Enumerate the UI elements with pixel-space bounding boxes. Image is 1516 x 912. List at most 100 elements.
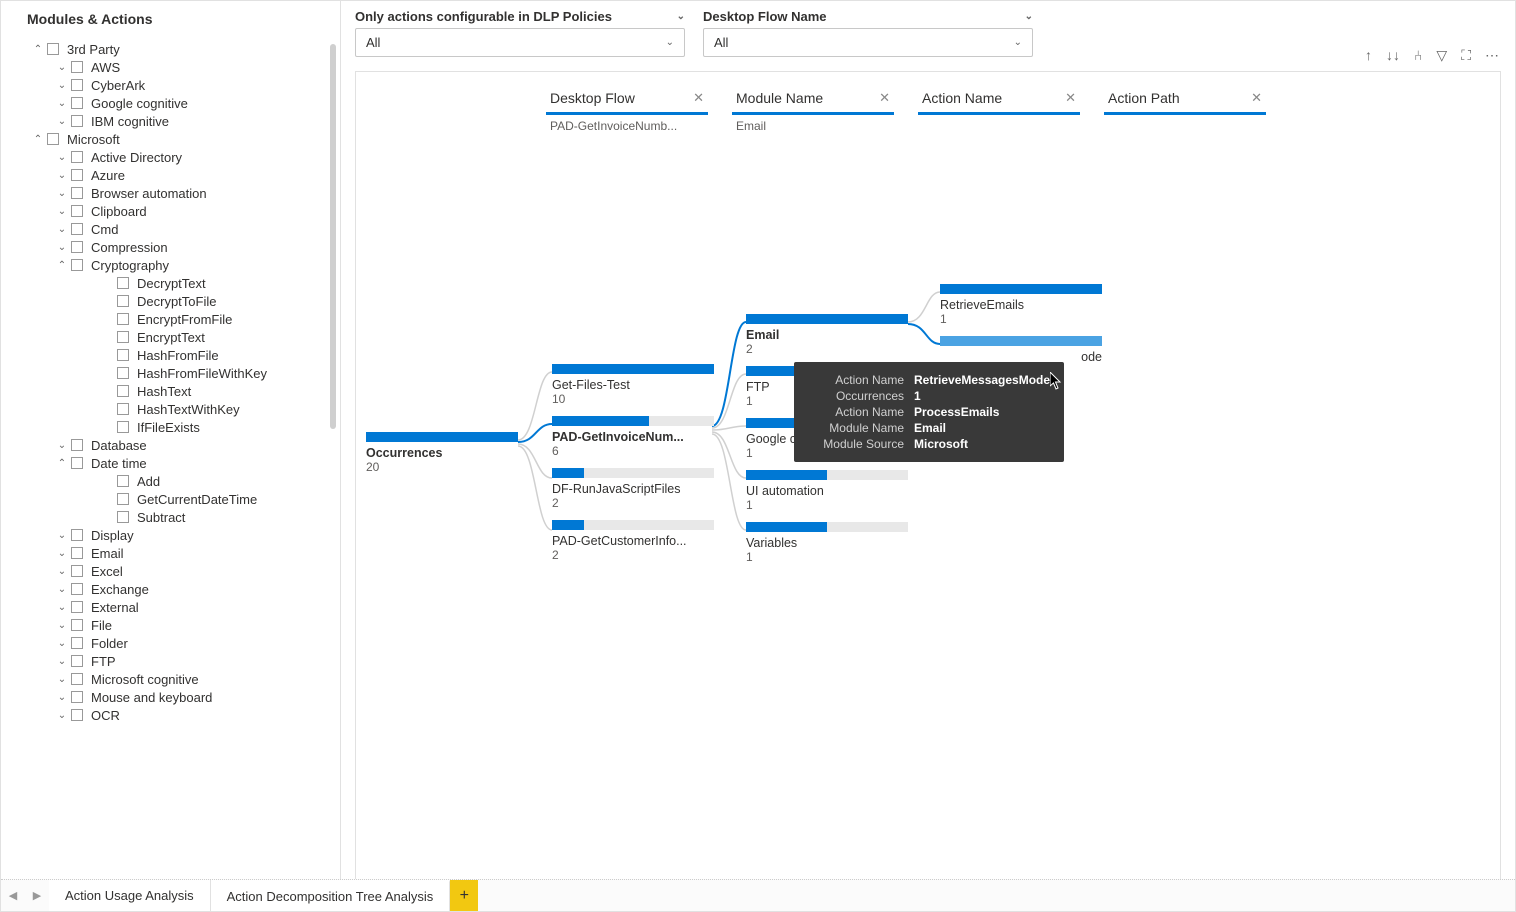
tree-item[interactable]: ⌄Exchange (9, 580, 332, 598)
tree-node[interactable]: PAD-GetCustomerInfo...2 (552, 520, 714, 562)
drill-up-icon[interactable]: ↑ (1365, 47, 1372, 64)
chevron-up-icon[interactable]: ⌃ (53, 458, 71, 469)
tree-node[interactable]: UI automation1 (746, 470, 908, 512)
chevron-down-icon[interactable]: ⌄ (53, 548, 71, 559)
tree-item[interactable]: ⌄File (9, 616, 332, 634)
checkbox[interactable] (117, 349, 129, 361)
checkbox[interactable] (117, 313, 129, 325)
tree-item[interactable]: DecryptToFile (9, 292, 332, 310)
tab-prev[interactable]: ◀ (1, 880, 25, 911)
checkbox[interactable] (71, 691, 83, 703)
tree-node[interactable]: Variables1 (746, 522, 908, 564)
checkbox[interactable] (117, 277, 129, 289)
chevron-down-icon[interactable]: ⌄ (53, 62, 71, 73)
chevron-down-icon[interactable]: ⌄ (53, 584, 71, 595)
chevron-down-icon[interactable]: ⌄ (53, 602, 71, 613)
checkbox[interactable] (117, 367, 129, 379)
tree-item[interactable]: ⌄Cmd (9, 220, 332, 238)
tree-item[interactable]: ⌄Active Directory (9, 148, 332, 166)
tree-item[interactable]: ⌄Excel (9, 562, 332, 580)
tree-item[interactable]: HashTextWithKey (9, 400, 332, 418)
chevron-down-icon[interactable]: ⌄ (53, 98, 71, 109)
tree-item[interactable]: Add (9, 472, 332, 490)
tree-item[interactable]: ⌃Cryptography (9, 256, 332, 274)
checkbox[interactable] (117, 493, 129, 505)
checkbox[interactable] (71, 673, 83, 685)
chevron-down-icon[interactable]: ⌄ (53, 530, 71, 541)
chevron-down-icon[interactable]: ⌄ (53, 242, 71, 253)
chevron-down-icon[interactable]: ⌄ (53, 638, 71, 649)
tree-node[interactable]: Get-Files-Test10 (552, 364, 714, 406)
drill-down-icon[interactable]: ↓↓ (1386, 47, 1400, 64)
tree-item[interactable]: ⌄Database (9, 436, 332, 454)
chevron-down-icon[interactable]: ⌄ (677, 11, 685, 22)
tree-item[interactable]: IfFileExists (9, 418, 332, 436)
tree-item[interactable]: ⌄IBM cognitive (9, 112, 332, 130)
tree-item[interactable]: ⌄Email (9, 544, 332, 562)
tree-node[interactable]: Email2 (746, 314, 908, 356)
tree-item[interactable]: Subtract (9, 508, 332, 526)
tab-action-usage[interactable]: Action Usage Analysis (49, 880, 211, 911)
chevron-down-icon[interactable]: ⌄ (53, 116, 71, 127)
checkbox[interactable] (71, 439, 83, 451)
checkbox[interactable] (117, 421, 129, 433)
chevron-down-icon[interactable]: ⌄ (53, 188, 71, 199)
tree-item[interactable]: ⌄FTP (9, 652, 332, 670)
chevron-down-icon[interactable]: ⌄ (53, 692, 71, 703)
focus-icon[interactable]: ⛶ (1461, 47, 1471, 64)
tree-item[interactable]: ⌄External (9, 598, 332, 616)
tree-item[interactable]: ⌄Compression (9, 238, 332, 256)
chevron-down-icon[interactable]: ⌄ (1025, 11, 1033, 22)
tree-item[interactable]: ⌄AWS (9, 58, 332, 76)
checkbox[interactable] (47, 133, 59, 145)
chevron-up-icon[interactable]: ⌃ (29, 44, 47, 55)
checkbox[interactable] (71, 655, 83, 667)
tree-item[interactable]: ⌄Mouse and keyboard (9, 688, 332, 706)
checkbox[interactable] (71, 547, 83, 559)
tree-item[interactable]: HashText (9, 382, 332, 400)
checkbox[interactable] (117, 511, 129, 523)
chevron-down-icon[interactable]: ⌄ (53, 656, 71, 667)
tree-node[interactable]: DF-RunJavaScriptFiles2 (552, 468, 714, 510)
tree-item[interactable]: ⌃3rd Party (9, 40, 332, 58)
chevron-down-icon[interactable]: ⌄ (53, 566, 71, 577)
filter-icon[interactable]: ▽ (1436, 47, 1447, 64)
tree-item[interactable]: EncryptText (9, 328, 332, 346)
tree-item[interactable]: ⌄OCR (9, 706, 332, 724)
expand-icon[interactable]: ⑃ (1414, 47, 1422, 64)
checkbox[interactable] (71, 637, 83, 649)
checkbox[interactable] (71, 187, 83, 199)
checkbox[interactable] (71, 79, 83, 91)
tree-node[interactable]: PAD-GetInvoiceNum...6 (552, 416, 714, 458)
checkbox[interactable] (71, 241, 83, 253)
checkbox[interactable] (71, 457, 83, 469)
checkbox[interactable] (117, 331, 129, 343)
checkbox[interactable] (71, 97, 83, 109)
more-icon[interactable]: ⋯ (1485, 47, 1499, 64)
tree-item[interactable]: HashFromFile (9, 346, 332, 364)
tree-item[interactable]: ⌄Azure (9, 166, 332, 184)
checkbox[interactable] (71, 565, 83, 577)
tree-item[interactable]: ⌄Google cognitive (9, 94, 332, 112)
tree-item[interactable]: ⌄Clipboard (9, 202, 332, 220)
tree-item[interactable]: ⌄Display (9, 526, 332, 544)
tree-item[interactable]: ⌃Date time (9, 454, 332, 472)
checkbox[interactable] (71, 169, 83, 181)
chevron-down-icon[interactable]: ⌄ (53, 80, 71, 91)
chevron-up-icon[interactable]: ⌃ (53, 260, 71, 271)
chevron-up-icon[interactable]: ⌃ (29, 134, 47, 145)
chevron-down-icon[interactable]: ⌄ (53, 152, 71, 163)
checkbox[interactable] (71, 115, 83, 127)
checkbox[interactable] (71, 61, 83, 73)
decomposition-canvas[interactable]: Desktop Flow ✕ PAD-GetInvoiceNumb... Mod… (355, 71, 1501, 881)
checkbox[interactable] (71, 151, 83, 163)
tree-item[interactable]: HashFromFileWithKey (9, 364, 332, 382)
checkbox[interactable] (71, 583, 83, 595)
tree-item[interactable]: EncryptFromFile (9, 310, 332, 328)
checkbox[interactable] (71, 529, 83, 541)
chevron-down-icon[interactable]: ⌄ (53, 674, 71, 685)
tree-node[interactable]: Occurrences20 (366, 432, 518, 474)
tree-item[interactable]: GetCurrentDateTime (9, 490, 332, 508)
tree-item[interactable]: ⌄Folder (9, 634, 332, 652)
checkbox[interactable] (117, 295, 129, 307)
